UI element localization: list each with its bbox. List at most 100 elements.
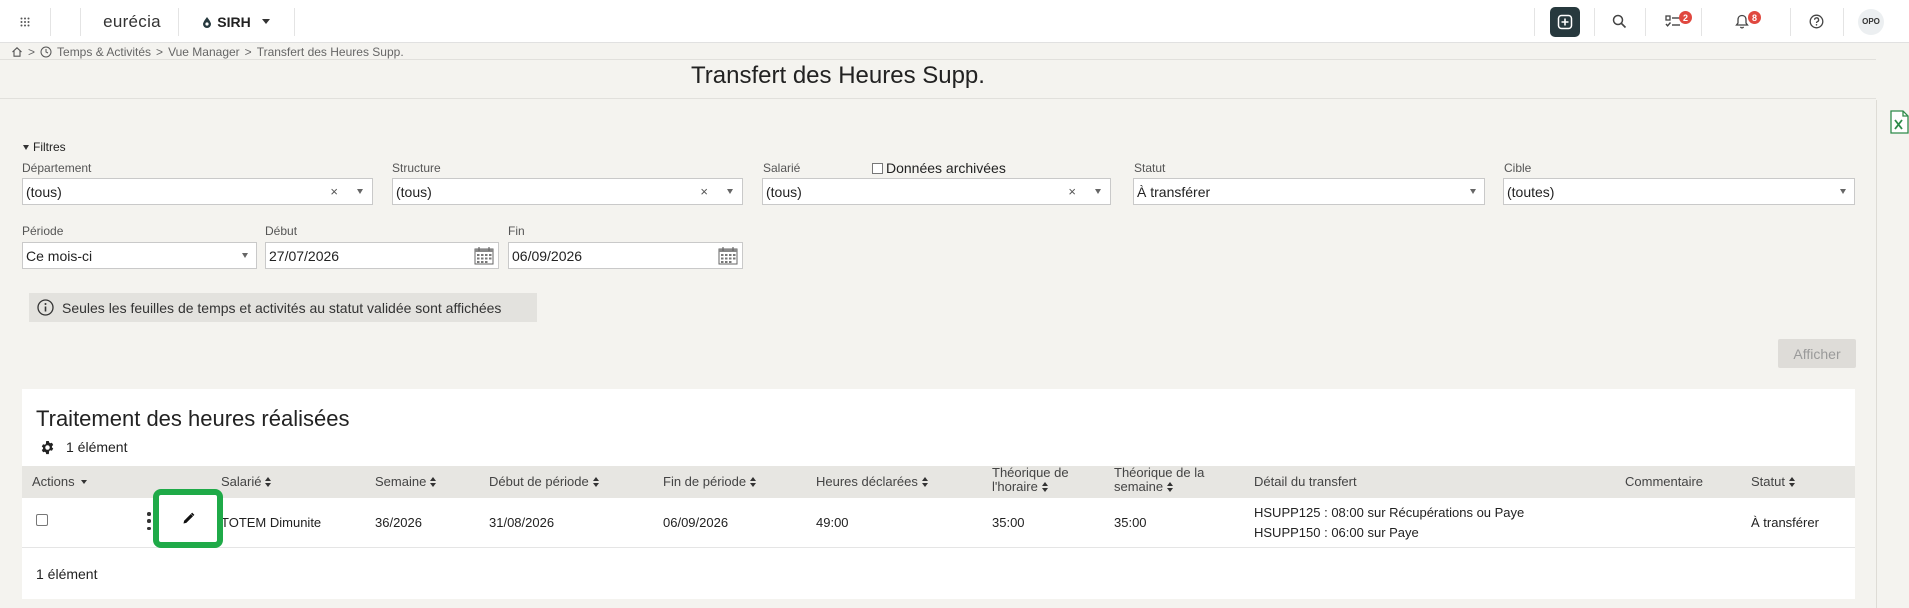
filters-toggle[interactable]: Filtres bbox=[23, 140, 66, 154]
chevron-down-icon bbox=[1470, 189, 1476, 194]
pencil-icon bbox=[183, 512, 194, 524]
column-semaine[interactable]: Semaine bbox=[375, 475, 437, 489]
structure-select[interactable]: (tous) × bbox=[392, 178, 743, 205]
sort-icon bbox=[1167, 481, 1174, 493]
statut-select[interactable]: À transférer bbox=[1133, 178, 1485, 205]
fin-date-input[interactable]: 06/09/2026 bbox=[508, 242, 743, 269]
chevron-down-icon bbox=[80, 480, 87, 484]
column-theo-semaine-label-2: semaine bbox=[1114, 479, 1164, 494]
column-theo-horaire-label: Théorique de bbox=[992, 465, 1069, 480]
column-debut-periode[interactable]: Début de période bbox=[489, 475, 600, 489]
chevron-down-icon bbox=[1840, 189, 1846, 194]
cible-select[interactable]: (toutes) bbox=[1503, 178, 1855, 205]
periode-value: Ce mois-ci bbox=[26, 247, 93, 264]
column-theorique-horaire[interactable]: Théorique de l'horaire bbox=[992, 466, 1069, 494]
eurecia-logo[interactable]: eurécia bbox=[92, 0, 172, 43]
clock-icon bbox=[40, 46, 52, 58]
search-button[interactable] bbox=[1594, 0, 1644, 43]
breadcrumb-item-current: Transfert des Heures Supp. bbox=[256, 45, 404, 59]
clear-icon[interactable]: × bbox=[700, 184, 708, 199]
sort-icon bbox=[1788, 476, 1796, 488]
fin-value: 06/09/2026 bbox=[512, 247, 583, 264]
tasks-button[interactable]: 2 bbox=[1645, 0, 1701, 43]
help-button[interactable] bbox=[1791, 0, 1841, 43]
excel-export-icon[interactable] bbox=[1890, 110, 1909, 137]
module-selector[interactable]: SIRH bbox=[196, 0, 276, 43]
breadcrumb: > Temps & Activités > Vue Manager > Tran… bbox=[11, 44, 404, 60]
column-actions[interactable]: Actions bbox=[32, 475, 87, 489]
checkbox-box[interactable] bbox=[872, 162, 883, 174]
topbar-divider bbox=[80, 8, 81, 36]
debut-date-input[interactable]: 27/07/2026 bbox=[265, 242, 499, 269]
page-title: Transfert des Heures Supp. bbox=[691, 62, 985, 89]
breadcrumb-item-vue-manager[interactable]: Vue Manager bbox=[168, 45, 240, 59]
breadcrumb-separator: > bbox=[28, 45, 36, 59]
departement-value: (tous) bbox=[26, 183, 62, 200]
table-header bbox=[22, 466, 1855, 498]
chevron-down-icon bbox=[261, 19, 270, 24]
column-statut[interactable]: Statut bbox=[1751, 475, 1796, 489]
cell-debut-periode: 31/08/2026 bbox=[489, 515, 555, 530]
help-circle-icon bbox=[1809, 14, 1823, 29]
fin-label: Fin bbox=[508, 224, 525, 238]
cell-semaine: 36/2026 bbox=[375, 515, 422, 530]
clear-icon[interactable]: × bbox=[1068, 184, 1076, 199]
column-theo-horaire-label-2: l'horaire bbox=[992, 479, 1038, 494]
cell-fin-periode: 06/09/2026 bbox=[663, 515, 729, 530]
cible-label: Cible bbox=[1504, 161, 1532, 175]
column-detail-transfert: Détail du transfert bbox=[1254, 475, 1357, 489]
edit-button[interactable] bbox=[153, 489, 223, 548]
column-theorique-semaine[interactable]: Théorique de la semaine bbox=[1114, 466, 1204, 494]
results-title: Traitement des heures réalisées bbox=[36, 406, 350, 431]
column-semaine-label: Semaine bbox=[375, 474, 427, 489]
column-fin-periode[interactable]: Fin de période bbox=[663, 475, 757, 489]
breadcrumb-separator: > bbox=[244, 45, 252, 59]
user-menu[interactable]: OPO bbox=[1856, 0, 1886, 43]
cell-heures-declarees: 49:00 bbox=[816, 515, 849, 530]
statut-value: À transférer bbox=[1137, 183, 1211, 200]
avatar: OPO bbox=[1858, 8, 1884, 35]
periode-label: Période bbox=[22, 224, 64, 238]
gear-icon[interactable] bbox=[40, 440, 55, 455]
afficher-button[interactable]: Afficher bbox=[1778, 339, 1856, 368]
filters-label: Filtres bbox=[33, 140, 66, 154]
column-salarie-label: Salarié bbox=[221, 474, 262, 489]
sort-icon bbox=[265, 476, 272, 488]
apps-grid-icon[interactable] bbox=[10, 0, 40, 43]
home-icon[interactable] bbox=[11, 46, 23, 58]
cell-theorique-semaine: 35:00 bbox=[1114, 515, 1147, 530]
periode-select[interactable]: Ce mois-ci bbox=[22, 242, 257, 269]
breadcrumb-item-temps-activites[interactable]: Temps & Activités bbox=[57, 45, 151, 59]
top-bar: eurécia SIRH 2 8 OPO bbox=[0, 0, 1909, 43]
bell-icon bbox=[1735, 14, 1749, 29]
notifications-button[interactable]: 8 bbox=[1714, 0, 1770, 43]
create-button[interactable] bbox=[1550, 0, 1580, 43]
cell-detail-line-1: HSUPP125 : 08:00 sur Récupérations ou Pa… bbox=[1254, 505, 1525, 520]
column-salarie[interactable]: Salarié bbox=[221, 475, 272, 489]
info-message: Seules les feuilles de temps et activité… bbox=[62, 299, 502, 316]
column-commentaire: Commentaire bbox=[1625, 475, 1703, 489]
cell-detail-line-2: HSUPP150 : 06:00 sur Paye bbox=[1254, 525, 1419, 540]
calendar-icon[interactable] bbox=[718, 246, 738, 265]
row-checkbox[interactable] bbox=[36, 514, 48, 526]
debut-value: 27/07/2026 bbox=[269, 247, 340, 264]
topbar-divider bbox=[1701, 8, 1702, 36]
topbar-divider bbox=[1843, 8, 1844, 36]
salarie-value: (tous) bbox=[766, 183, 802, 200]
column-debut-label: Début de période bbox=[489, 474, 589, 489]
archived-data-checkbox[interactable]: Données archivées bbox=[872, 160, 1006, 176]
topbar-divider bbox=[294, 8, 295, 36]
clear-icon[interactable]: × bbox=[330, 184, 338, 199]
column-heures-declarees[interactable]: Heures déclarées bbox=[816, 475, 929, 489]
sort-icon bbox=[430, 476, 437, 488]
sort-icon bbox=[750, 476, 757, 488]
departement-select[interactable]: (tous) × bbox=[22, 178, 373, 205]
salarie-label: Salarié bbox=[763, 161, 801, 175]
departement-label: Département bbox=[22, 161, 92, 175]
sort-icon bbox=[1041, 481, 1049, 493]
calendar-icon[interactable] bbox=[474, 246, 494, 265]
row-menu-kebab-icon[interactable] bbox=[146, 512, 152, 530]
column-actions-label: Actions bbox=[32, 474, 75, 489]
cell-salarie: TOTEM Dimunite bbox=[221, 515, 322, 530]
salarie-select[interactable]: (tous) × bbox=[762, 178, 1111, 205]
